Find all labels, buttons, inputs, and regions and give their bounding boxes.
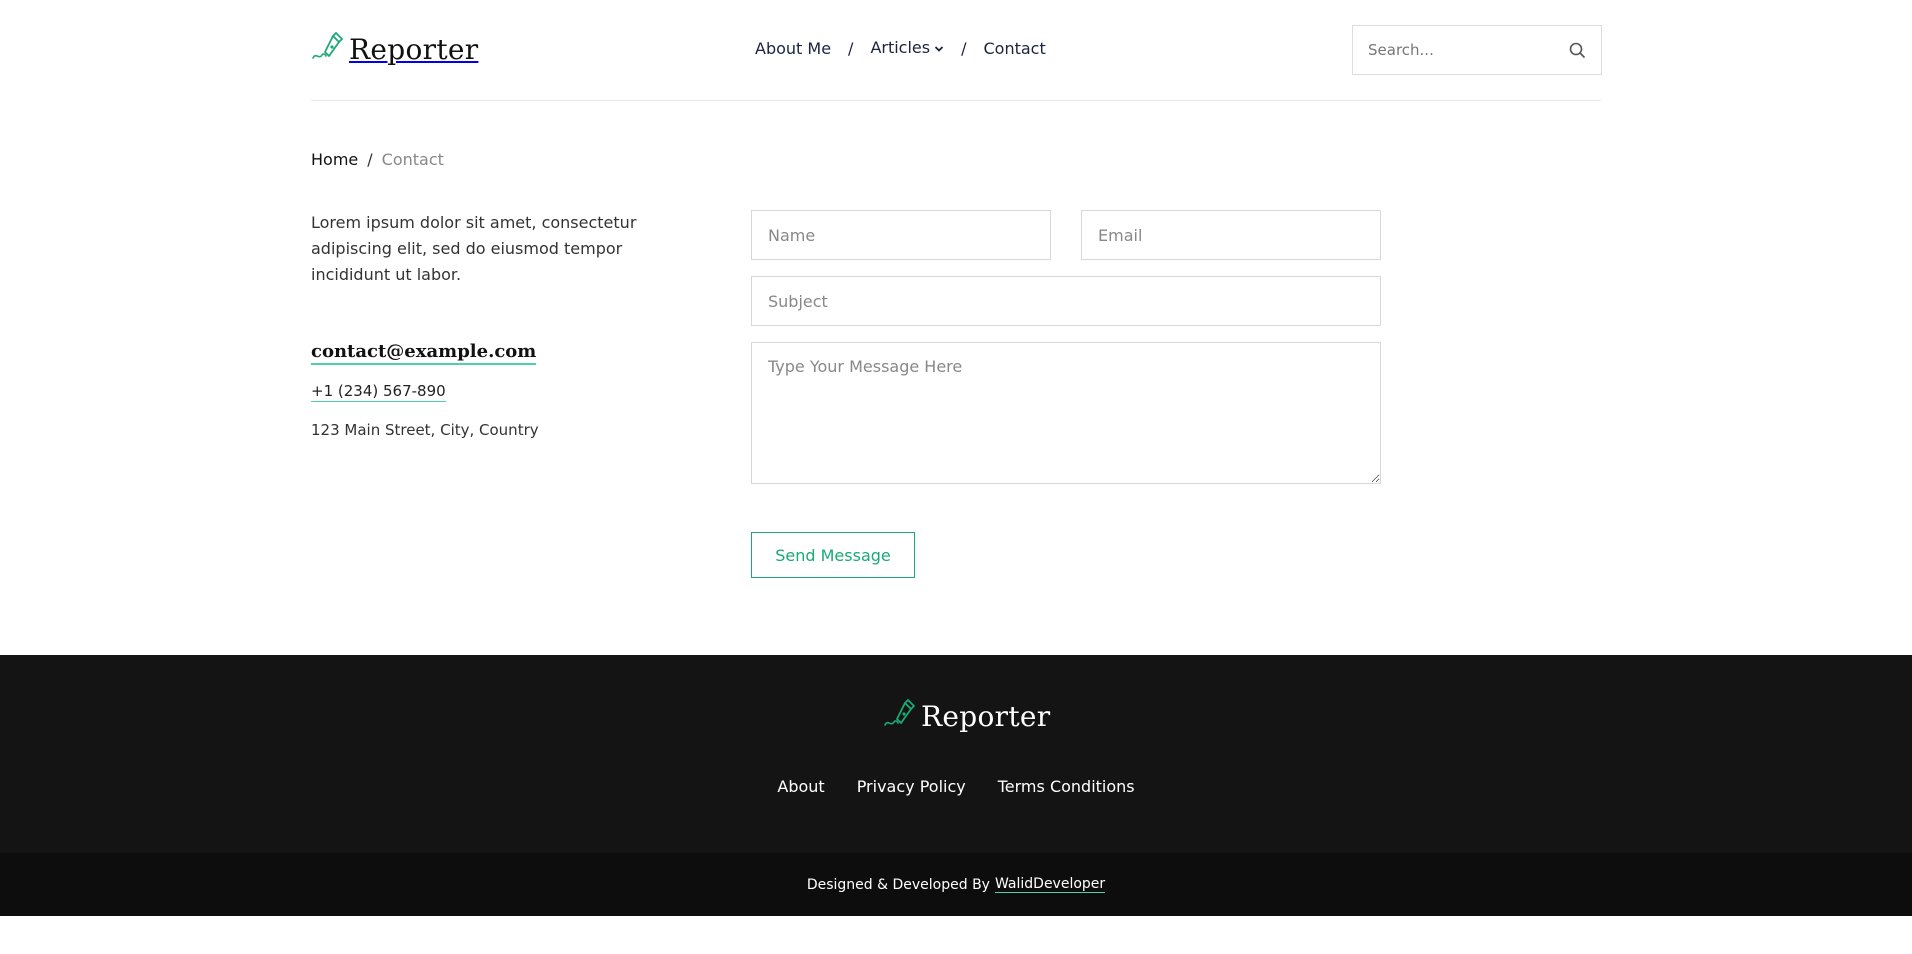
footer-link-privacy-policy[interactable]: Privacy Policy xyxy=(857,777,966,796)
nav-articles-label: Articles xyxy=(870,38,931,57)
email-field[interactable] xyxy=(1081,210,1381,260)
search-box xyxy=(1352,25,1602,75)
nav-separator: / xyxy=(961,38,967,58)
breadcrumb-home[interactable]: Home xyxy=(311,150,358,169)
contact-intro: Lorem ipsum dolor sit amet, consectetur … xyxy=(311,213,637,284)
chevron-down-icon xyxy=(934,39,944,58)
breadcrumb-current: Contact xyxy=(381,150,444,169)
credit-text: Designed & Developed By xyxy=(806,876,990,893)
contact-address: 123 Main Street, City, Country xyxy=(311,421,539,439)
nav-separator: / xyxy=(848,38,854,58)
contact-info: Lorem ipsum dolor sit amet, consectetur … xyxy=(311,210,651,439)
nav-contact[interactable]: Contact xyxy=(984,39,1046,58)
site-header: Reporter About Me / Articles / Contact xyxy=(311,0,1602,101)
nav-about[interactable]: About Me xyxy=(755,39,831,58)
site-logo[interactable]: Reporter xyxy=(311,30,478,68)
name-field[interactable] xyxy=(751,210,1051,260)
main-nav: About Me / Articles / Contact xyxy=(755,38,1046,58)
subject-field[interactable] xyxy=(751,276,1381,326)
search-input[interactable] xyxy=(1353,41,1553,59)
search-icon[interactable] xyxy=(1569,42,1586,63)
send-message-button[interactable]: Send Message xyxy=(751,532,915,578)
footer-link-terms-conditions[interactable]: Terms Conditions xyxy=(998,777,1135,796)
pen-nib-icon xyxy=(311,30,345,68)
breadcrumb-separator: / xyxy=(367,150,373,169)
footer-logo-text: Reporter xyxy=(921,699,1051,733)
pen-nib-icon xyxy=(883,697,917,735)
logo-text: Reporter xyxy=(349,32,479,66)
contact-email-link[interactable]: contact@example.com xyxy=(311,341,537,365)
credit-link[interactable]: WalidDeveloper xyxy=(994,876,1106,893)
nav-articles[interactable]: Articles xyxy=(870,38,944,58)
breadcrumb: Home / Contact xyxy=(311,150,1601,169)
footer-logo[interactable]: Reporter xyxy=(883,697,1050,735)
footer-link-about[interactable]: About xyxy=(777,777,824,796)
footer-links: About Privacy Policy Terms Conditions xyxy=(0,777,1912,796)
message-field[interactable] xyxy=(751,342,1381,484)
contact-phone-link[interactable]: +1 (234) 567-890 xyxy=(311,381,446,402)
site-footer: Reporter About Privacy Policy Terms Cond… xyxy=(0,655,1912,853)
copyright-bar: Designed & Developed By WalidDeveloper xyxy=(0,853,1912,916)
